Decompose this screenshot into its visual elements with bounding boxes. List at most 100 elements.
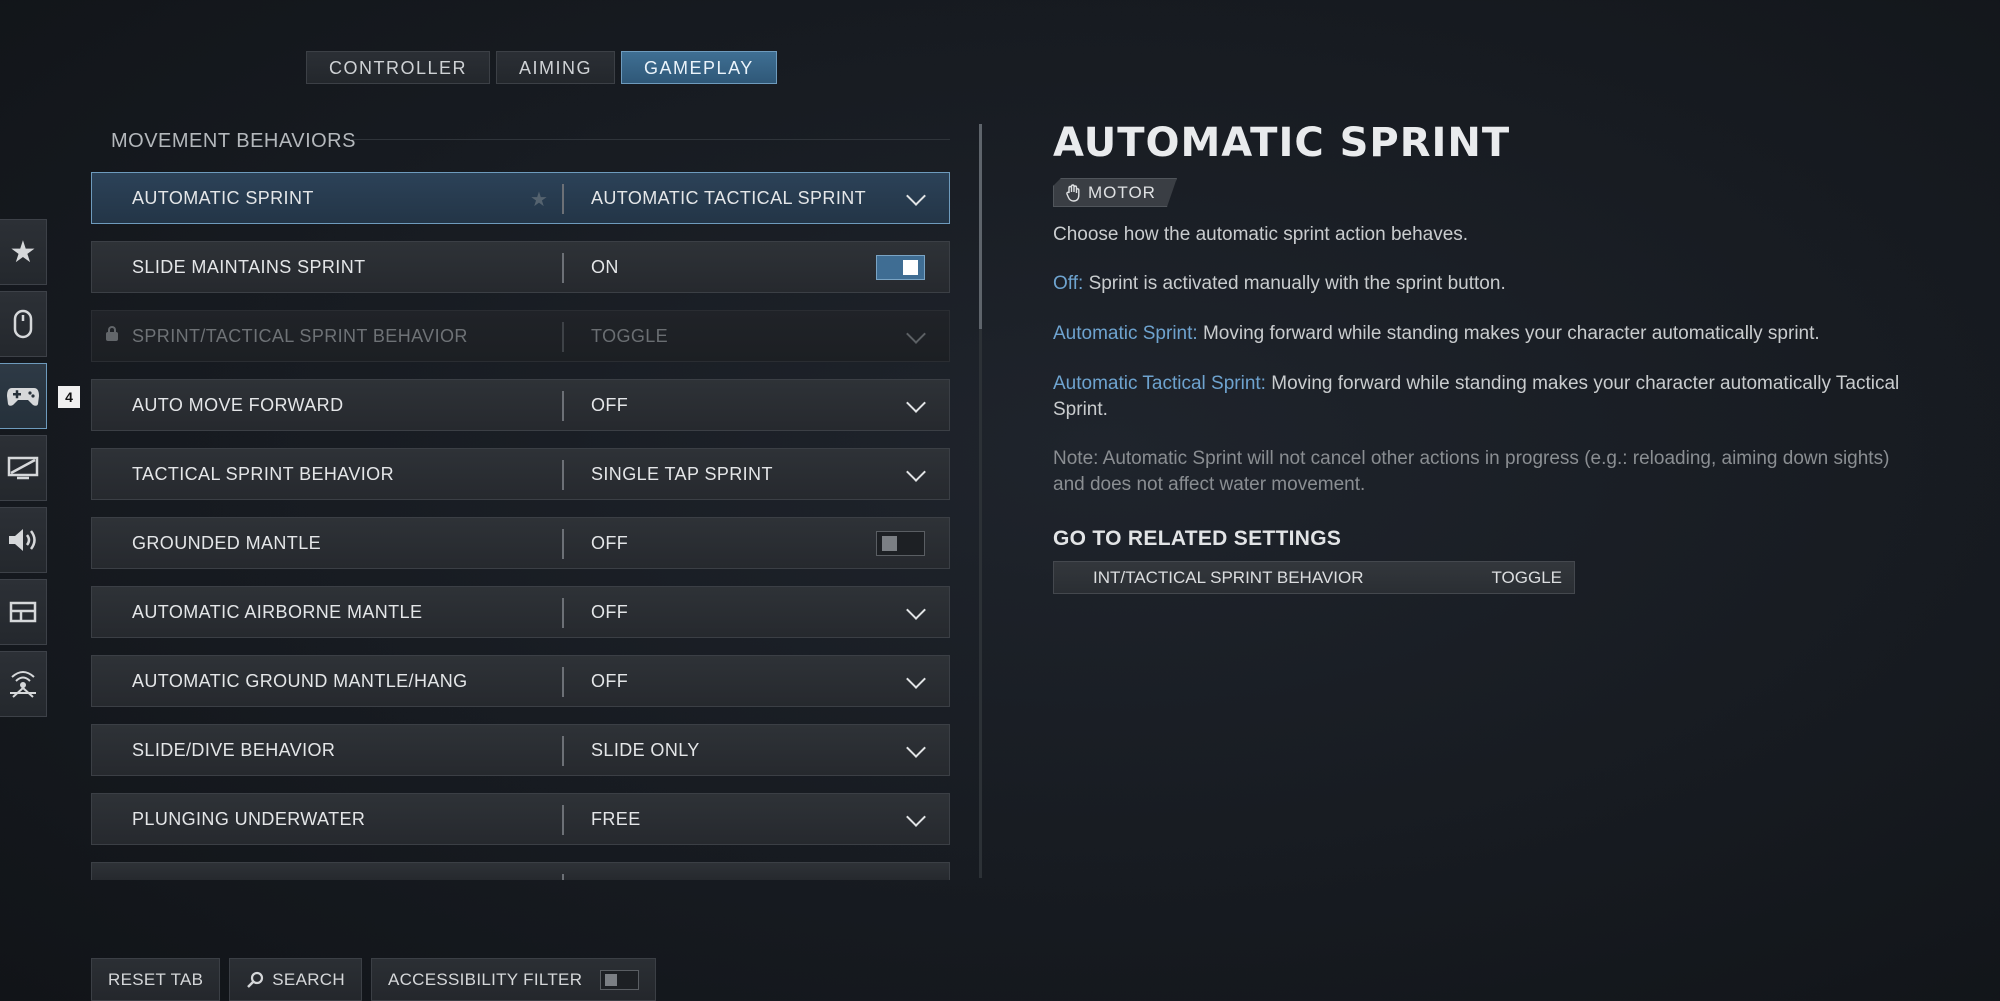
setting-label: PLUNGING UNDERWATER (132, 808, 366, 829)
tab-controller[interactable]: CONTROLLER (306, 51, 491, 84)
related-setting-link[interactable]: INT/TACTICAL SPRINT BEHAVIOR TOGGLE (1053, 561, 1575, 594)
setting-automatic-sprint[interactable]: AUTOMATIC SPRINT ★ AUTOMATIC TACTICAL SP… (91, 172, 950, 224)
setting-row-partial[interactable] (91, 862, 950, 880)
toggle-knob (882, 536, 897, 551)
network-icon (10, 671, 36, 698)
detail-intro: Choose how the automatic sprint action b… (1053, 224, 1469, 245)
top-tabs: CONTROLLER AIMING GAMEPLAY (306, 51, 777, 84)
motor-tag-label: MOTOR (1088, 183, 1156, 202)
settings-list: AUTOMATIC SPRINT ★ AUTOMATIC TACTICAL SP… (91, 172, 950, 897)
detail-note: Note: Automatic Sprint will not cancel o… (1053, 448, 1890, 495)
setting-automatic-ground-mantle-hang[interactable]: AUTOMATIC GROUND MANTLE/HANG OFF (91, 655, 950, 707)
detail-option-automatic-tactical-sprint: Automatic Tactical Sprint: Moving forwar… (1053, 371, 1923, 423)
tab-aiming[interactable]: AIMING (496, 51, 616, 84)
row-divider (562, 805, 564, 835)
favorite-star-icon[interactable]: ★ (530, 187, 548, 212)
setting-label: SLIDE MAINTAINS SPRINT (132, 256, 366, 277)
setting-auto-move-forward[interactable]: AUTO MOVE FORWARD OFF (91, 379, 950, 431)
related-setting-label: INT/TACTICAL SPRINT BEHAVIOR (1093, 568, 1364, 587)
setting-automatic-airborne-mantle[interactable]: AUTOMATIC AIRBORNE MANTLE OFF (91, 586, 950, 638)
setting-label: AUTO MOVE FORWARD (132, 394, 344, 415)
chevron-down-icon[interactable] (906, 186, 926, 206)
setting-value: OFF (591, 532, 629, 553)
layout-icon (9, 601, 37, 623)
related-settings-title: GO TO RELATED SETTINGS (1053, 527, 1342, 550)
option-text: Sprint is activated manually with the sp… (1088, 273, 1506, 294)
setting-slide-maintains-sprint[interactable]: SLIDE MAINTAINS SPRINT ON (91, 241, 950, 293)
reset-tab-button[interactable]: RESET TAB (91, 958, 221, 1001)
setting-tactical-sprint-behavior[interactable]: TACTICAL SPRINT BEHAVIOR SINGLE TAP SPRI… (91, 448, 950, 500)
chevron-down-icon (906, 324, 926, 344)
option-name: Automatic Sprint: (1053, 323, 1198, 344)
setting-plunging-underwater[interactable]: PLUNGING UNDERWATER FREE (91, 793, 950, 845)
row-divider (562, 667, 564, 697)
mouse-icon (13, 309, 33, 339)
row-divider (562, 322, 564, 352)
lock-icon (106, 326, 118, 341)
detail-title: AUTOMATIC SPRINT (1053, 120, 1511, 166)
rail-audio[interactable] (0, 507, 47, 573)
setting-value: TOGGLE (591, 325, 669, 346)
rail-favorites[interactable]: ★ (0, 219, 47, 285)
chevron-down-icon[interactable] (906, 393, 926, 413)
rail-network[interactable] (0, 651, 47, 717)
chevron-down-icon[interactable] (906, 738, 926, 758)
chevron-down-icon[interactable] (906, 600, 926, 620)
category-rail: ★ (0, 219, 47, 723)
accessibility-filter-label: ACCESSIBILITY FILTER (387, 969, 583, 989)
row-divider (562, 874, 564, 880)
display-icon (7, 456, 39, 480)
toggle-knob (903, 260, 918, 275)
star-icon: ★ (9, 235, 37, 269)
chevron-down-icon[interactable] (906, 669, 926, 689)
setting-label: AUTOMATIC SPRINT (132, 187, 314, 208)
detail-option-automatic-sprint: Automatic Sprint: Moving forward while s… (1053, 321, 1923, 347)
row-divider (562, 598, 564, 628)
toggle-switch[interactable] (876, 531, 925, 556)
chevron-down-icon[interactable] (906, 807, 926, 827)
setting-value: SLIDE ONLY (591, 739, 700, 760)
scrollbar-thumb[interactable] (979, 124, 982, 329)
setting-label: SPRINT/TACTICAL SPRINT BEHAVIOR (132, 325, 468, 346)
chevron-down-icon[interactable] (906, 462, 926, 482)
toggle-switch[interactable] (876, 255, 925, 280)
controller-badge: 4 (58, 386, 80, 408)
setting-label: TACTICAL SPRINT BEHAVIOR (132, 463, 394, 484)
setting-sprint-tactical-sprint-behavior: SPRINT/TACTICAL SPRINT BEHAVIOR TOGGLE (91, 310, 950, 362)
reset-tab-label: RESET TAB (108, 969, 204, 989)
setting-value: AUTOMATIC TACTICAL SPRINT (591, 187, 867, 208)
accessibility-filter-button[interactable]: ACCESSIBILITY FILTER (370, 958, 657, 1001)
rail-mouse[interactable] (0, 291, 47, 357)
search-label: SEARCH (272, 969, 345, 989)
row-divider (562, 253, 564, 283)
setting-slide-dive-behavior[interactable]: SLIDE/DIVE BEHAVIOR SLIDE ONLY (91, 724, 950, 776)
setting-grounded-mantle[interactable]: GROUNDED MANTLE OFF (91, 517, 950, 569)
option-name: Automatic Tactical Sprint: (1053, 373, 1266, 394)
row-divider (562, 184, 564, 214)
bottom-bar: RESET TAB SEARCH ACCESSIBILITY FILTER (91, 958, 657, 1001)
accessibility-filter-toggle[interactable] (600, 969, 640, 990)
row-divider (562, 736, 564, 766)
option-name: Off: (1053, 273, 1084, 294)
row-divider (562, 529, 564, 559)
setting-label: AUTOMATIC GROUND MANTLE/HANG (132, 670, 468, 691)
rail-interface[interactable] (0, 579, 47, 645)
setting-label: AUTOMATIC AIRBORNE MANTLE (132, 601, 423, 622)
setting-value: FREE (591, 808, 641, 829)
tab-gameplay[interactable]: GAMEPLAY (621, 51, 777, 84)
setting-value: OFF (591, 394, 629, 415)
toggle-knob (605, 973, 618, 986)
search-button[interactable]: SEARCH (229, 958, 362, 1001)
rail-display[interactable] (0, 435, 47, 501)
setting-value: SINGLE TAP SPRINT (591, 463, 773, 484)
row-divider (562, 460, 564, 490)
gamepad-icon (7, 388, 39, 406)
section-divider (350, 139, 950, 140)
motor-tag: MOTOR (1053, 178, 1177, 207)
setting-value: ON (591, 256, 619, 277)
hand-icon (1066, 184, 1080, 202)
setting-label: SLIDE/DIVE BEHAVIOR (132, 739, 336, 760)
speaker-icon (9, 529, 36, 551)
related-setting-value: TOGGLE (1491, 568, 1562, 587)
rail-controller[interactable] (0, 363, 47, 429)
